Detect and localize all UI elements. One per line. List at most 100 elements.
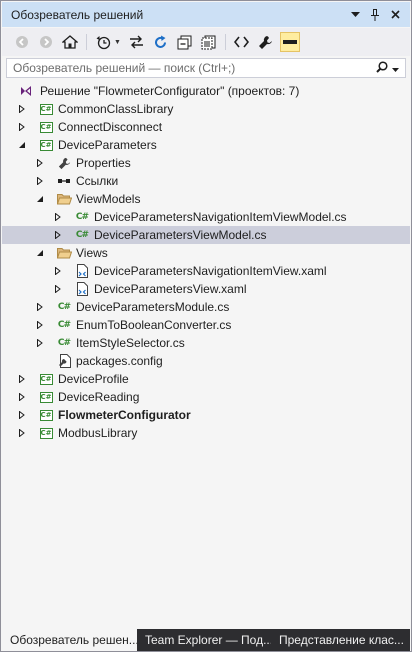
expand-arrow-icon[interactable] bbox=[35, 334, 45, 352]
chevron-down-icon[interactable] bbox=[392, 61, 399, 75]
home-icon[interactable] bbox=[60, 32, 80, 52]
csharp-project-icon: C# bbox=[39, 373, 53, 385]
expand-arrow-icon[interactable] bbox=[35, 298, 45, 316]
collapse-arrow-icon[interactable] bbox=[35, 244, 45, 262]
tree-item-project[interactable]: C# DeviceReading bbox=[2, 388, 410, 406]
chevron-down-icon[interactable]: ▼ bbox=[114, 39, 121, 46]
csharp-project-icon: C# bbox=[39, 139, 53, 151]
references-icon bbox=[56, 173, 72, 189]
sync-icon[interactable] bbox=[127, 32, 147, 52]
tree-item-label: Properties bbox=[76, 156, 131, 170]
tree-item-file[interactable]: DeviceParametersView.xaml bbox=[2, 280, 410, 298]
folder-open-icon bbox=[56, 245, 72, 261]
tree-item-file-selected[interactable]: C# DeviceParametersViewModel.cs bbox=[2, 226, 410, 244]
tab-label: Представление клас... bbox=[279, 633, 404, 647]
toolbar: ▼ bbox=[2, 28, 410, 56]
tree-item-label: DeviceParametersView.xaml bbox=[94, 282, 247, 296]
tree-item-label: Views bbox=[76, 246, 108, 260]
collapse-all-icon[interactable] bbox=[175, 32, 195, 52]
tree-item-file[interactable]: C# DeviceParametersModule.cs bbox=[2, 298, 410, 316]
tree-item-label: CommonClassLibrary bbox=[58, 102, 174, 116]
tree-item-label: ViewModels bbox=[76, 192, 141, 206]
tree-item-label: Ссылки bbox=[76, 174, 119, 188]
history-icon[interactable] bbox=[93, 32, 113, 52]
collapse-arrow-icon[interactable] bbox=[17, 136, 27, 154]
tree-item-solution[interactable]: Решение "FlowmeterConfigurator" (проекто… bbox=[2, 82, 410, 100]
expand-arrow-icon[interactable] bbox=[53, 280, 63, 298]
tree-item-project[interactable]: C# DeviceParameters bbox=[2, 136, 410, 154]
tree-item-startup-project[interactable]: C# FlowmeterConfigurator bbox=[2, 406, 410, 424]
preview-icon[interactable] bbox=[279, 32, 300, 52]
xaml-file-icon bbox=[74, 263, 90, 279]
toolbar-separator bbox=[224, 34, 226, 50]
csharp-file-icon: C# bbox=[57, 302, 71, 312]
code-view-icon[interactable] bbox=[232, 32, 252, 52]
expand-arrow-icon[interactable] bbox=[53, 226, 63, 244]
search-box[interactable]: Обозреватель решений — поиск (Ctrl+;) bbox=[6, 58, 406, 78]
tree-item-label: ItemStyleSelector.cs bbox=[76, 336, 185, 350]
csharp-project-icon: C# bbox=[39, 121, 53, 133]
search-input[interactable]: Обозреватель решений — поиск (Ctrl+;) bbox=[13, 61, 376, 75]
tab-team-explorer[interactable]: Team Explorer — Под... bbox=[137, 629, 271, 651]
expand-arrow-icon[interactable] bbox=[53, 208, 63, 226]
tree-item-project[interactable]: C# DeviceProfile bbox=[2, 370, 410, 388]
collapse-arrow-icon[interactable] bbox=[35, 190, 45, 208]
back-icon[interactable] bbox=[12, 32, 32, 52]
tree-item-label: DeviceParametersNavigationItemViewModel.… bbox=[94, 210, 347, 224]
csharp-file-icon: C# bbox=[57, 338, 71, 348]
expand-arrow-icon[interactable] bbox=[35, 154, 45, 172]
tree-item-label: packages.config bbox=[76, 354, 163, 368]
tree-item-project[interactable]: C# ModbusLibrary bbox=[2, 424, 410, 442]
bottom-tab-strip: Обозреватель решен... Team Explorer — По… bbox=[2, 629, 410, 651]
tree-item-file[interactable]: C# ItemStyleSelector.cs bbox=[2, 334, 410, 352]
tree-item-file[interactable]: DeviceParametersNavigationItemView.xaml bbox=[2, 262, 410, 280]
csharp-file-icon: C# bbox=[57, 320, 71, 330]
expand-arrow-icon[interactable] bbox=[17, 100, 27, 118]
tree-item-file[interactable]: C# DeviceParametersNavigationItemViewMod… bbox=[2, 208, 410, 226]
tree-item-folder[interactable]: ViewModels bbox=[2, 190, 410, 208]
tab-solution-explorer[interactable]: Обозреватель решен... bbox=[2, 629, 137, 651]
tree-item-label: DeviceParametersNavigationItemView.xaml bbox=[94, 264, 327, 278]
tree-item-project[interactable]: C# CommonClassLibrary bbox=[2, 100, 410, 118]
tree-item-file[interactable]: packages.config bbox=[2, 352, 410, 370]
config-file-icon bbox=[56, 353, 72, 369]
expand-arrow-icon[interactable] bbox=[17, 406, 27, 424]
tree-item-file[interactable]: C# EnumToBooleanConverter.cs bbox=[2, 316, 410, 334]
tree-item-label: ConnectDisconnect bbox=[58, 120, 163, 134]
tree-item-references[interactable]: Ссылки bbox=[2, 172, 410, 190]
title-bar: Обозреватель решений bbox=[2, 2, 410, 27]
solution-icon bbox=[18, 83, 34, 99]
tree-item-label: DeviceParametersViewModel.cs bbox=[94, 228, 267, 242]
csharp-project-icon: C# bbox=[39, 409, 53, 421]
properties-icon[interactable] bbox=[256, 32, 276, 52]
tree-item-label: DeviceReading bbox=[58, 390, 140, 404]
pin-icon[interactable] bbox=[368, 8, 382, 22]
chevron-down-icon[interactable] bbox=[348, 8, 362, 22]
tree-item-label: EnumToBooleanConverter.cs bbox=[76, 318, 232, 332]
tab-class-view[interactable]: Представление клас... bbox=[271, 629, 410, 651]
forward-icon[interactable] bbox=[36, 32, 56, 52]
csharp-file-icon: C# bbox=[75, 212, 89, 222]
expand-arrow-icon[interactable] bbox=[35, 172, 45, 190]
csharp-project-icon: C# bbox=[39, 427, 53, 439]
expand-arrow-icon[interactable] bbox=[17, 388, 27, 406]
toolbar-separator bbox=[86, 34, 87, 50]
tree-item-project[interactable]: C# ConnectDisconnect bbox=[2, 118, 410, 136]
tab-label: Team Explorer — Под... bbox=[145, 633, 271, 647]
expand-arrow-icon[interactable] bbox=[17, 118, 27, 136]
search-icon[interactable] bbox=[376, 60, 388, 76]
tree-item-folder[interactable]: Properties bbox=[2, 154, 410, 172]
expand-arrow-icon[interactable] bbox=[17, 370, 27, 388]
expand-arrow-icon[interactable] bbox=[35, 316, 45, 334]
refresh-icon[interactable] bbox=[151, 32, 171, 52]
tree-item-folder[interactable]: Views bbox=[2, 244, 410, 262]
expand-arrow-icon[interactable] bbox=[53, 262, 63, 280]
window-title: Обозреватель решений bbox=[11, 7, 144, 22]
solution-tree: Решение "FlowmeterConfigurator" (проекто… bbox=[2, 82, 410, 627]
tree-item-label: ModbusLibrary bbox=[58, 426, 138, 440]
expand-arrow-icon[interactable] bbox=[17, 424, 27, 442]
close-icon[interactable] bbox=[388, 8, 402, 22]
folder-open-icon bbox=[56, 191, 72, 207]
show-all-files-icon[interactable] bbox=[199, 32, 219, 52]
solution-explorer-window: Обозреватель решений ▼ Обозреватель реше… bbox=[0, 0, 412, 652]
